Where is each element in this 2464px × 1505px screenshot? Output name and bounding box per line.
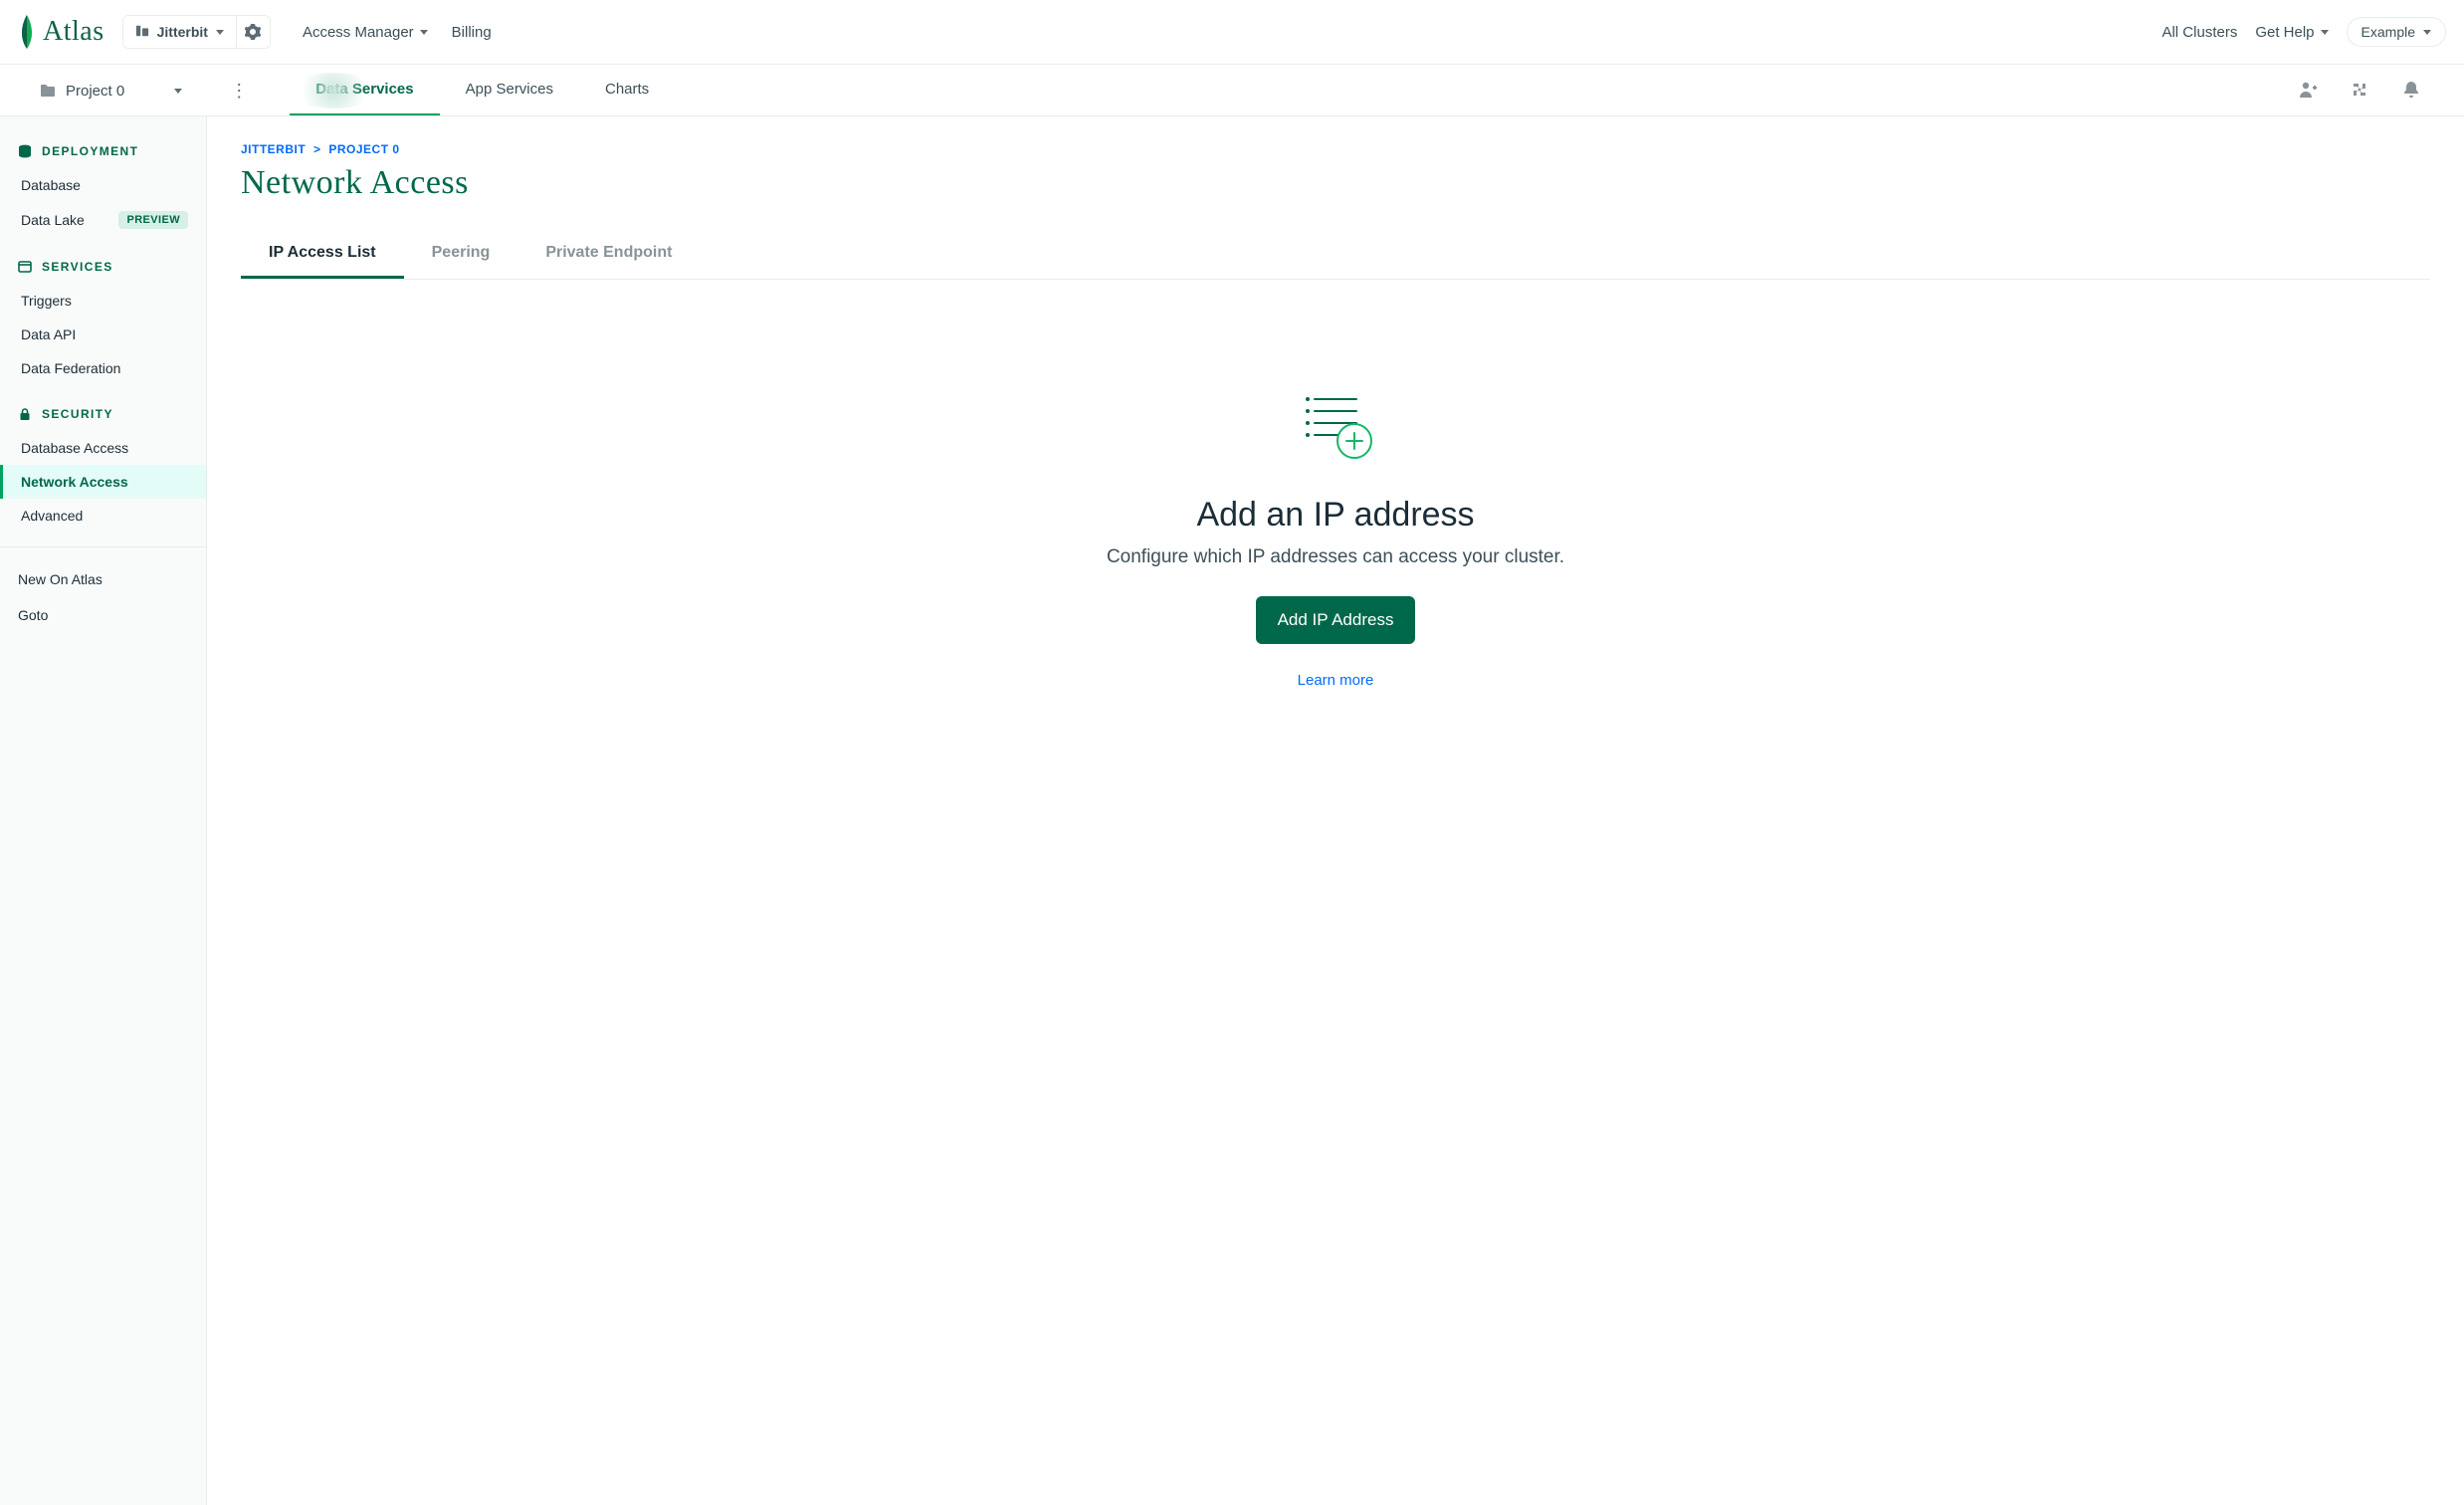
- gear-icon: [245, 24, 261, 40]
- chevron-down-icon: [216, 30, 224, 35]
- service-tabs: Data Services App Services Charts: [290, 65, 675, 116]
- chevron-down-icon: [174, 89, 182, 94]
- billing-label: Billing: [452, 24, 492, 41]
- tab-ip-access-list[interactable]: IP Access List: [241, 230, 404, 279]
- sidebar-item-goto[interactable]: Goto: [0, 597, 206, 633]
- sidebar-section-security: SECURITY: [0, 407, 206, 431]
- chevron-down-icon: [2321, 30, 2329, 35]
- learn-more-link[interactable]: Learn more: [1298, 672, 1374, 689]
- sidebar-item-triggers[interactable]: Triggers: [0, 284, 206, 318]
- empty-state-title: Add an IP address: [1196, 496, 1474, 535]
- sidebar-item-database-access[interactable]: Database Access: [0, 431, 206, 465]
- account-menu[interactable]: Example: [2347, 17, 2446, 47]
- project-selector[interactable]: Project 0: [40, 83, 212, 100]
- invite-user-button[interactable]: [2299, 81, 2317, 102]
- brand-text: Atlas: [43, 16, 104, 48]
- add-ip-address-button[interactable]: Add IP Address: [1256, 596, 1416, 644]
- sidebar-item-new-on-atlas[interactable]: New On Atlas: [0, 561, 206, 597]
- bell-icon: [2402, 81, 2420, 99]
- breadcrumb-project[interactable]: PROJECT 0: [328, 142, 399, 156]
- user-plus-icon: [2299, 81, 2317, 99]
- topbar: Atlas Jitterbit Access Manager Billing A…: [0, 0, 2464, 65]
- network-access-tabs: IP Access List Peering Private Endpoint: [241, 230, 2430, 280]
- access-manager-menu[interactable]: Access Manager: [291, 24, 440, 41]
- sidebar-item-data-federation[interactable]: Data Federation: [0, 351, 206, 385]
- all-clusters-label: All Clusters: [2161, 24, 2237, 41]
- get-help-menu[interactable]: Get Help: [2255, 24, 2328, 41]
- tab-data-services[interactable]: Data Services: [290, 65, 439, 116]
- org-selector[interactable]: Jitterbit: [122, 15, 237, 49]
- org-icon: [135, 24, 149, 41]
- sidebar-item-data-api[interactable]: Data API: [0, 318, 206, 351]
- empty-state: Add an IP address Configure which IP add…: [241, 389, 2430, 689]
- breadcrumb: JITTERBIT > PROJECT 0: [241, 142, 2430, 156]
- org-name: Jitterbit: [157, 24, 208, 40]
- tab-private-endpoint[interactable]: Private Endpoint: [517, 230, 700, 279]
- project-bar: Project 0 ⋮ Data Services App Services C…: [0, 65, 2464, 116]
- breadcrumb-separator: >: [309, 142, 325, 156]
- extension-button[interactable]: [2351, 81, 2368, 102]
- folder-icon: [40, 84, 56, 98]
- puzzle-icon: [2351, 81, 2368, 99]
- window-icon: [18, 260, 32, 274]
- sidebar-item-network-access[interactable]: Network Access: [0, 465, 206, 499]
- page-title: Network Access: [241, 164, 2430, 202]
- account-label: Example: [2361, 24, 2415, 40]
- get-help-label: Get Help: [2255, 24, 2314, 41]
- sidebar-section-services: SERVICES: [0, 260, 206, 284]
- breadcrumb-org[interactable]: JITTERBIT: [241, 142, 306, 156]
- chevron-down-icon: [420, 30, 428, 35]
- sidebar-section-deployment: DEPLOYMENT: [0, 144, 206, 168]
- org-settings-button[interactable]: [237, 15, 271, 49]
- empty-state-subtitle: Configure which IP addresses can access …: [1107, 546, 1564, 568]
- kebab-icon: ⋮: [230, 81, 248, 101]
- sidebar-item-advanced[interactable]: Advanced: [0, 499, 206, 533]
- atlas-logo[interactable]: Atlas: [18, 15, 104, 49]
- sidebar-item-database[interactable]: Database: [0, 168, 206, 202]
- list-plus-icon: [1299, 389, 1372, 463]
- project-more-button[interactable]: ⋮: [212, 82, 266, 100]
- preview-badge: PREVIEW: [118, 211, 188, 229]
- leaf-icon: [18, 15, 36, 49]
- tab-peering[interactable]: Peering: [404, 230, 518, 279]
- main-content: JITTERBIT > PROJECT 0 Network Access IP …: [207, 116, 2464, 1505]
- empty-state-illustration: [1299, 389, 1372, 466]
- sidebar: DEPLOYMENT Database Data Lake PREVIEW SE…: [0, 116, 207, 1505]
- lock-icon: [18, 407, 32, 421]
- all-clusters-link[interactable]: All Clusters: [2161, 24, 2237, 41]
- chevron-down-icon: [2423, 30, 2431, 35]
- tab-app-services[interactable]: App Services: [440, 65, 579, 116]
- notifications-button[interactable]: [2402, 81, 2420, 102]
- tab-charts[interactable]: Charts: [579, 65, 675, 116]
- access-manager-label: Access Manager: [303, 24, 414, 41]
- project-name: Project 0: [66, 83, 124, 100]
- sidebar-item-data-lake[interactable]: Data Lake PREVIEW: [0, 202, 206, 238]
- database-icon: [18, 144, 32, 158]
- billing-link[interactable]: Billing: [440, 24, 504, 41]
